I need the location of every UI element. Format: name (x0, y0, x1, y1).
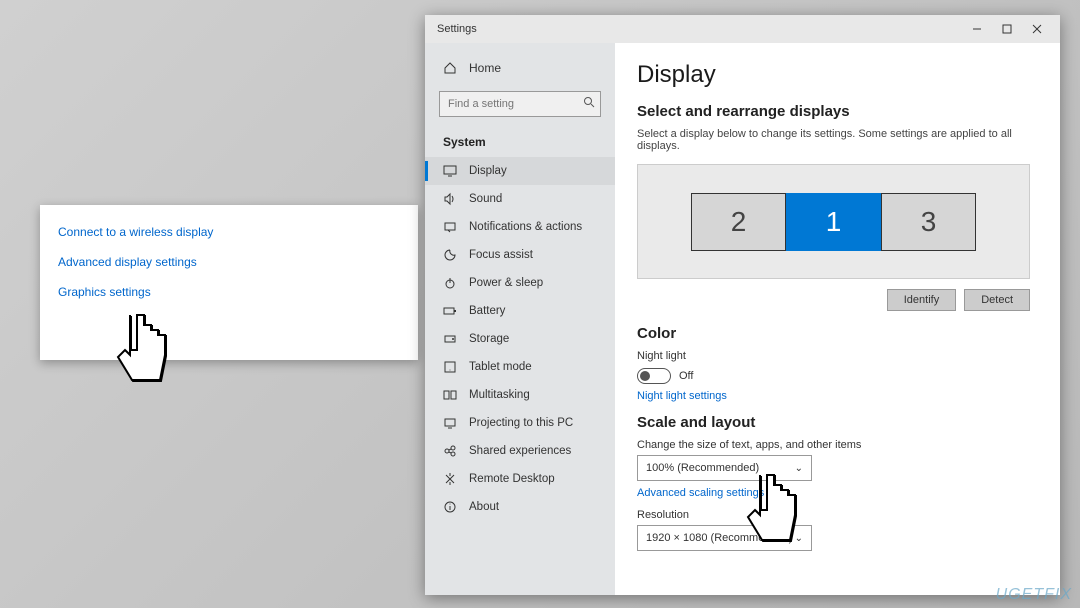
sound-icon (443, 192, 457, 206)
maximize-button[interactable] (992, 19, 1022, 39)
scale-dropdown[interactable]: 100% (Recommended) ⌄ (637, 455, 812, 481)
minimize-button[interactable] (962, 19, 992, 39)
sidebar-item-label: Notifications & actions (469, 221, 582, 233)
settings-window: Settings Home System Display Sound (425, 15, 1060, 595)
sidebar-home[interactable]: Home (425, 53, 615, 83)
section-arrange-desc: Select a display below to change its set… (637, 128, 1030, 152)
sidebar-item-battery[interactable]: Battery (425, 297, 615, 325)
night-light-state: Off (679, 370, 693, 382)
link-connect-wireless-display[interactable]: Connect to a wireless display (58, 225, 400, 239)
focus-icon (443, 248, 457, 262)
shared-icon (443, 444, 457, 458)
sidebar-item-multitasking[interactable]: Multitasking (425, 381, 615, 409)
sidebar-item-label: Power & sleep (469, 277, 543, 289)
sidebar-item-remote-desktop[interactable]: Remote Desktop (425, 465, 615, 493)
remote-desktop-icon (443, 472, 457, 486)
section-arrange-title: Select and rearrange displays (637, 103, 1030, 120)
advanced-scaling-link[interactable]: Advanced scaling settings (637, 487, 1030, 499)
identify-button[interactable]: Identify (887, 289, 956, 311)
detect-button[interactable]: Detect (964, 289, 1030, 311)
projecting-icon (443, 416, 457, 430)
resolution-value: 1920 × 1080 (Recommended) (646, 532, 792, 544)
sidebar-item-shared-experiences[interactable]: Shared experiences (425, 437, 615, 465)
night-light-settings-link[interactable]: Night light settings (637, 390, 1030, 402)
resolution-dropdown[interactable]: 1920 × 1080 (Recommended) ⌄ (637, 525, 812, 551)
sidebar-item-about[interactable]: About (425, 493, 615, 521)
sidebar-item-label: Storage (469, 333, 509, 345)
watermark: UGETFIX (996, 586, 1072, 604)
sidebar-item-label: Projecting to this PC (469, 417, 573, 429)
section-scale-title: Scale and layout (637, 414, 1030, 431)
tablet-icon (443, 360, 457, 374)
display-box-2[interactable]: 2 (691, 193, 786, 251)
chevron-down-icon: ⌄ (795, 463, 803, 474)
sidebar-item-display[interactable]: Display (425, 157, 615, 185)
notifications-icon (443, 220, 457, 234)
page-title: Display (637, 61, 1030, 89)
sidebar-item-label: Focus assist (469, 249, 533, 261)
content-area: Display Select and rearrange displays Se… (615, 43, 1060, 595)
resolution-label: Resolution (637, 509, 1030, 521)
power-icon (443, 276, 457, 290)
sidebar-item-focus-assist[interactable]: Focus assist (425, 241, 615, 269)
scale-label: Change the size of text, apps, and other… (637, 439, 1030, 451)
sidebar: Home System Display Sound Notifications … (425, 43, 615, 595)
sidebar-item-label: Shared experiences (469, 445, 571, 457)
chevron-down-icon: ⌄ (795, 533, 803, 544)
sidebar-search[interactable] (439, 91, 601, 117)
search-icon (583, 95, 595, 113)
sidebar-item-label: Display (469, 165, 507, 177)
search-input[interactable] (439, 91, 601, 117)
battery-icon (443, 304, 457, 318)
sidebar-item-projecting[interactable]: Projecting to this PC (425, 409, 615, 437)
section-color-title: Color (637, 325, 1030, 342)
scale-value: 100% (Recommended) (646, 462, 759, 474)
close-button[interactable] (1022, 19, 1052, 39)
related-settings-popup: Connect to a wireless display Advanced d… (40, 205, 418, 360)
titlebar: Settings (425, 15, 1060, 43)
display-box-3[interactable]: 3 (881, 193, 976, 251)
window-title: Settings (433, 23, 962, 35)
night-light-toggle[interactable] (637, 368, 671, 384)
sidebar-item-label: Battery (469, 305, 505, 317)
sidebar-item-tablet-mode[interactable]: Tablet mode (425, 353, 615, 381)
sidebar-item-power-sleep[interactable]: Power & sleep (425, 269, 615, 297)
sidebar-item-sound[interactable]: Sound (425, 185, 615, 213)
storage-icon (443, 332, 457, 346)
sidebar-item-label: About (469, 501, 499, 513)
home-icon (443, 61, 457, 75)
link-graphics-settings[interactable]: Graphics settings (58, 285, 400, 299)
display-icon (443, 164, 457, 178)
sidebar-item-storage[interactable]: Storage (425, 325, 615, 353)
sidebar-item-label: Multitasking (469, 389, 530, 401)
night-light-label: Night light (637, 350, 1030, 362)
link-advanced-display-settings[interactable]: Advanced display settings (58, 255, 400, 269)
sidebar-item-notifications[interactable]: Notifications & actions (425, 213, 615, 241)
sidebar-item-label: Tablet mode (469, 361, 532, 373)
display-arrangement-panel[interactable]: 2 1 3 (637, 164, 1030, 279)
sidebar-item-label: Sound (469, 193, 502, 205)
sidebar-home-label: Home (469, 61, 501, 75)
display-box-1[interactable]: 1 (786, 193, 881, 251)
sidebar-section-system: System (425, 131, 615, 157)
about-icon (443, 500, 457, 514)
multitasking-icon (443, 388, 457, 402)
sidebar-item-label: Remote Desktop (469, 473, 555, 485)
